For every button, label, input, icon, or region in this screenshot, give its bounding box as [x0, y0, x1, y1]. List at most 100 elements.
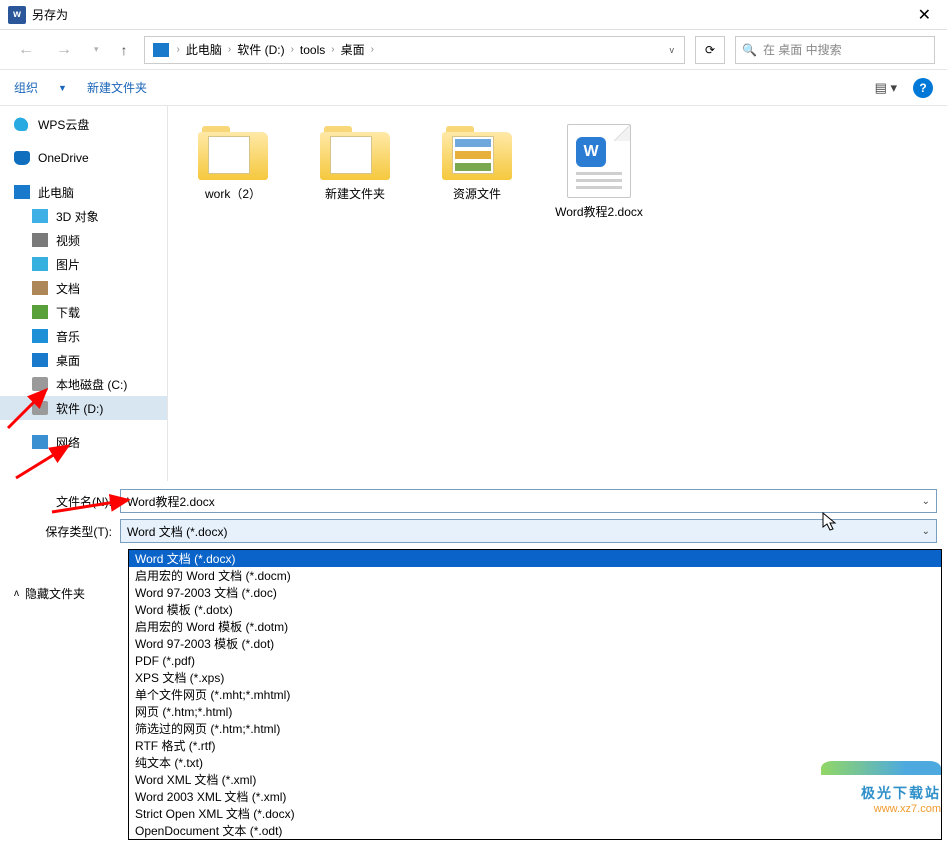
- folder-icon: [320, 124, 390, 180]
- breadcrumb-item[interactable]: tools: [298, 43, 327, 57]
- chevron-right-icon: ›: [287, 44, 298, 55]
- sidebar-label: WPS云盘: [38, 116, 89, 133]
- savetype-option[interactable]: RTF 格式 (*.rtf): [129, 737, 941, 754]
- savetype-option[interactable]: Word 97-2003 模板 (*.dot): [129, 635, 941, 652]
- sidebar-label: 软件 (D:): [56, 400, 103, 417]
- sidebar-label: 本地磁盘 (C:): [56, 376, 127, 393]
- folder-icon: [442, 124, 512, 180]
- sidebar-label: 下载: [56, 304, 80, 321]
- cube-icon: [32, 209, 48, 223]
- hide-folders-label: 隐藏文件夹: [25, 585, 85, 602]
- sidebar-item-desktop[interactable]: 桌面: [0, 348, 167, 372]
- navigation-bar: ← → ▾ ↑ › 此电脑 › 软件 (D:) › tools › 桌面 › v…: [0, 30, 947, 70]
- sidebar-item-network[interactable]: 网络: [0, 430, 167, 454]
- pc-icon: [14, 185, 30, 199]
- savetype-option[interactable]: 网页 (*.htm;*.html): [129, 703, 941, 720]
- savetype-option[interactable]: 单个文件网页 (*.mht;*.mhtml): [129, 686, 941, 703]
- cloud-icon: [14, 117, 30, 131]
- dropdown-icon[interactable]: ⌄: [922, 526, 930, 537]
- new-folder-button[interactable]: 新建文件夹: [87, 79, 147, 96]
- docx-item[interactable]: W Word教程2.docx: [554, 124, 644, 221]
- close-button[interactable]: ✕: [910, 5, 939, 25]
- refresh-icon: ⟳: [705, 43, 715, 57]
- folder-item[interactable]: 新建文件夹: [310, 124, 400, 203]
- docx-icon: W: [567, 124, 631, 198]
- breadcrumb-dropdown-icon[interactable]: v: [630, 45, 681, 55]
- file-list[interactable]: work（2） 新建文件夹 资源文件 W Word教程2.docx: [168, 106, 947, 481]
- sidebar-item-disk-c[interactable]: 本地磁盘 (C:): [0, 372, 167, 396]
- sidebar-item-3d[interactable]: 3D 对象: [0, 204, 167, 228]
- folder-icon: [198, 124, 268, 180]
- organize-dropdown-icon[interactable]: ▼: [58, 83, 67, 93]
- savetype-select[interactable]: Word 文档 (*.docx) ⌄: [120, 519, 937, 543]
- filename-value: Word教程2.docx: [127, 493, 215, 510]
- chevron-right-icon: ›: [367, 44, 378, 55]
- sidebar-item-music[interactable]: 音乐: [0, 324, 167, 348]
- sidebar-item-onedrive[interactable]: OneDrive: [0, 146, 167, 170]
- savetype-option[interactable]: 启用宏的 Word 模板 (*.dotm): [129, 618, 941, 635]
- window-title: 另存为: [32, 6, 910, 23]
- sidebar-item-disk-d[interactable]: 软件 (D:): [0, 396, 167, 420]
- folder-item[interactable]: 资源文件: [432, 124, 522, 203]
- sidebar-label: 3D 对象: [56, 208, 99, 225]
- sidebar-item-wps[interactable]: WPS云盘: [0, 112, 167, 136]
- savetype-option[interactable]: XPS 文档 (*.xps): [129, 669, 941, 686]
- chevron-right-icon: ›: [327, 44, 338, 55]
- filename-label: 文件名(N):: [8, 493, 120, 510]
- organize-button[interactable]: 组织: [14, 79, 38, 96]
- back-button[interactable]: ←: [12, 37, 40, 63]
- chevron-right-icon: ›: [173, 44, 184, 55]
- sidebar-item-pictures[interactable]: 图片: [0, 252, 167, 276]
- savetype-option[interactable]: Word 模板 (*.dotx): [129, 601, 941, 618]
- sidebar-item-documents[interactable]: 文档: [0, 276, 167, 300]
- filename-input[interactable]: Word教程2.docx ⌄: [120, 489, 937, 513]
- film-icon: [32, 233, 48, 247]
- download-icon: [32, 305, 48, 319]
- toolbar: 组织 ▼ 新建文件夹 ▤ ▾ ?: [0, 70, 947, 106]
- breadcrumb[interactable]: › 此电脑 › 软件 (D:) › tools › 桌面 › v: [144, 36, 685, 64]
- pc-icon: [153, 43, 169, 57]
- savetype-option[interactable]: OpenDocument 文本 (*.odt): [129, 822, 941, 839]
- file-label: 新建文件夹: [325, 186, 385, 203]
- desktop-icon: [32, 353, 48, 367]
- onedrive-icon: [14, 151, 30, 165]
- watermark-title: 极光下载站: [861, 783, 941, 803]
- watermark: 极光下载站 www.xz7.com: [801, 757, 941, 815]
- forward-button[interactable]: →: [50, 37, 78, 63]
- refresh-button[interactable]: ⟳: [695, 36, 725, 64]
- dropdown-icon[interactable]: ⌄: [922, 496, 930, 507]
- hide-folders-button[interactable]: ʌ 隐藏文件夹: [14, 585, 85, 602]
- disk-icon: [32, 401, 48, 415]
- savetype-option[interactable]: PDF (*.pdf): [129, 652, 941, 669]
- sidebar-item-videos[interactable]: 视频: [0, 228, 167, 252]
- body: WPS云盘 OneDrive 此电脑 3D 对象 视频 图片 文档 下载 音乐 …: [0, 106, 947, 481]
- sidebar-label: 网络: [56, 434, 80, 451]
- breadcrumb-item[interactable]: 此电脑: [184, 41, 224, 58]
- file-label: Word教程2.docx: [555, 204, 643, 221]
- savetype-option[interactable]: Word 文档 (*.docx): [129, 550, 941, 567]
- sidebar-label: 音乐: [56, 328, 80, 345]
- savetype-option[interactable]: Word 97-2003 文档 (*.doc): [129, 584, 941, 601]
- sidebar-label: 桌面: [56, 352, 80, 369]
- breadcrumb-item[interactable]: 桌面: [339, 41, 367, 58]
- chevron-right-icon: ›: [224, 44, 235, 55]
- search-placeholder: 在 桌面 中搜索: [763, 41, 842, 58]
- search-input[interactable]: 🔍 在 桌面 中搜索: [735, 36, 935, 64]
- savetype-label: 保存类型(T):: [8, 523, 120, 540]
- savetype-value: Word 文档 (*.docx): [127, 523, 227, 540]
- recent-dropdown-icon[interactable]: ▾: [88, 40, 105, 59]
- network-icon: [32, 435, 48, 449]
- sidebar-item-this-pc[interactable]: 此电脑: [0, 180, 167, 204]
- savetype-option[interactable]: 启用宏的 Word 文档 (*.docm): [129, 567, 941, 584]
- sidebar-label: 视频: [56, 232, 80, 249]
- help-button[interactable]: ?: [913, 78, 933, 98]
- view-options-button[interactable]: ▤ ▾: [871, 78, 901, 98]
- up-button[interactable]: ↑: [115, 38, 134, 62]
- folder-item[interactable]: work（2）: [188, 124, 278, 203]
- savetype-option[interactable]: 筛选过的网页 (*.htm;*.html): [129, 720, 941, 737]
- sidebar-item-downloads[interactable]: 下载: [0, 300, 167, 324]
- file-label: 资源文件: [453, 186, 501, 203]
- word-app-icon: w: [8, 6, 26, 24]
- breadcrumb-item[interactable]: 软件 (D:): [235, 41, 286, 58]
- chevron-up-icon: ʌ: [14, 588, 19, 599]
